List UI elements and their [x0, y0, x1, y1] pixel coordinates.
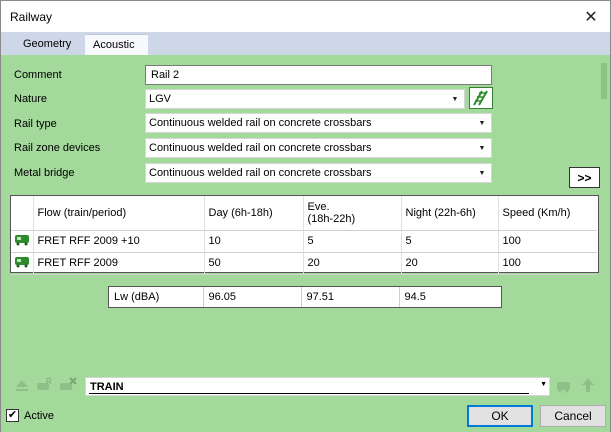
- train-delete-icon[interactable]: [59, 376, 77, 394]
- train-add-icon[interactable]: [556, 376, 574, 394]
- nature-select[interactable]: LGV ▼: [145, 89, 465, 109]
- nature-label: Nature: [14, 93, 48, 105]
- table-row[interactable]: FRET RFF 2009 50 20 20 100: [11, 252, 597, 275]
- grid-header-row: Flow (train/period) Day (6h-18h) Eve. (1…: [11, 196, 597, 231]
- flow-grid: Flow (train/period) Day (6h-18h) Eve. (1…: [10, 195, 599, 275]
- arrow-up-icon[interactable]: [579, 376, 597, 394]
- cell-speed[interactable]: 100: [498, 230, 597, 253]
- metal-bridge-value: Continuous welded rail on concrete cross…: [149, 167, 372, 179]
- ok-button[interactable]: OK: [467, 405, 533, 427]
- cell-night[interactable]: 20: [401, 252, 499, 275]
- col-header-night[interactable]: Night (22h-6h): [401, 196, 499, 231]
- train-rename-icon[interactable]: R: [36, 376, 54, 394]
- train-select-underline: [89, 393, 529, 394]
- rail-nature-button[interactable]: [469, 87, 493, 109]
- active-checkbox[interactable]: ✔: [6, 409, 19, 422]
- cell-flow[interactable]: FRET RFF 2009: [33, 252, 205, 275]
- lw-eve-value: 97.51: [301, 287, 400, 307]
- col-header-flow[interactable]: Flow (train/period): [33, 196, 205, 231]
- train-icon: [11, 230, 34, 253]
- cell-flow[interactable]: FRET RFF 2009 +10: [33, 230, 205, 253]
- tab-acoustic[interactable]: Acoustic: [85, 34, 148, 55]
- cell-eve[interactable]: 20: [303, 252, 402, 275]
- col-header-eve-line1: Eve.: [307, 200, 330, 213]
- rail-zone-select[interactable]: Continuous welded rail on concrete cross…: [145, 138, 492, 158]
- vertical-scrollbar[interactable]: [599, 55, 609, 400]
- metal-bridge-label: Metal bridge: [14, 167, 75, 179]
- chevron-down-icon[interactable]: ▼: [474, 115, 490, 131]
- tab-geometry[interactable]: Geometry: [15, 34, 80, 55]
- train-icon: [11, 252, 34, 275]
- rail-tracks-icon: [473, 90, 488, 106]
- chevron-down-icon[interactable]: ▼: [447, 91, 463, 107]
- chevron-down-icon[interactable]: ▼: [474, 165, 490, 181]
- col-header-eve[interactable]: Eve. (18h-22h): [303, 196, 402, 231]
- comment-field[interactable]: Rail 2: [145, 65, 492, 85]
- title-bar: Railway ✕: [1, 1, 610, 32]
- chevron-down-icon[interactable]: ▼: [540, 381, 547, 388]
- train-select[interactable]: TRAIN ▼: [85, 377, 550, 396]
- lw-summary: Lw (dBA) 96.05 97.51 94.5: [108, 286, 502, 308]
- svg-text:R: R: [46, 377, 52, 386]
- scrollbar-thumb[interactable]: [601, 63, 607, 99]
- lw-night-value: 94.5: [404, 291, 426, 303]
- comment-label: Comment: [14, 69, 62, 81]
- cell-eve[interactable]: 5: [303, 230, 402, 253]
- chevron-down-icon[interactable]: ▼: [474, 140, 490, 156]
- cell-day[interactable]: 10: [204, 230, 304, 253]
- table-row[interactable]: FRET RFF 2009 +10 10 5 5 100: [11, 230, 597, 253]
- active-label: Active: [24, 409, 54, 422]
- tab-strip: Geometry Acoustic: [1, 32, 610, 55]
- lw-day-value: 96.05: [203, 287, 302, 307]
- rail-type-value: Continuous welded rail on concrete cross…: [149, 117, 372, 129]
- cell-speed[interactable]: 100: [498, 252, 597, 275]
- train-select-value: TRAIN: [90, 381, 124, 393]
- close-icon[interactable]: ✕: [580, 6, 602, 28]
- col-header-day[interactable]: Day (6h-18h): [204, 196, 304, 231]
- rail-zone-value: Continuous welded rail on concrete cross…: [149, 142, 372, 154]
- col-header-eve-line2: (18h-22h): [307, 212, 356, 225]
- metal-bridge-select[interactable]: Continuous welded rail on concrete cross…: [145, 163, 492, 183]
- railway-dialog: Railway ✕ Geometry Acoustic Comment Rail…: [0, 0, 611, 432]
- nature-value: LGV: [149, 93, 172, 105]
- col-header-speed[interactable]: Speed (Km/h): [498, 196, 597, 231]
- active-toggle[interactable]: ✔ Active: [6, 409, 54, 422]
- expand-button[interactable]: >>: [569, 167, 600, 188]
- cell-night[interactable]: 5: [401, 230, 499, 253]
- cell-day[interactable]: 50: [204, 252, 304, 275]
- eject-icon[interactable]: [13, 376, 31, 394]
- rail-type-select[interactable]: Continuous welded rail on concrete cross…: [145, 113, 492, 133]
- row-header-corner: [11, 196, 34, 231]
- rail-zone-label: Rail zone devices: [14, 142, 101, 154]
- window-title: Railway: [10, 10, 53, 24]
- cancel-button[interactable]: Cancel: [540, 405, 606, 427]
- rail-type-label: Rail type: [14, 118, 57, 130]
- lw-label: Lw (dBA): [109, 287, 204, 307]
